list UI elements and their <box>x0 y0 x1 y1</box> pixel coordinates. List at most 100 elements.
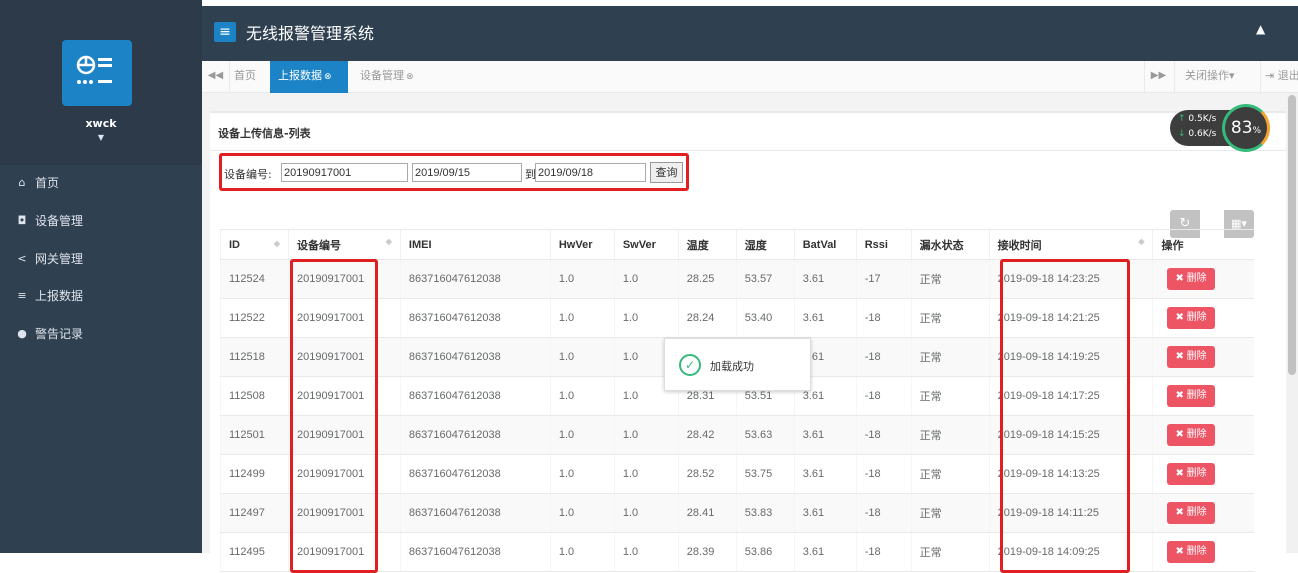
col-hwver[interactable]: HwVer <box>549 229 615 260</box>
sort-icon: ◆ <box>385 236 392 246</box>
page-scrollbar[interactable] <box>1286 93 1298 553</box>
highlight-box-search <box>219 153 689 191</box>
sidebar-item-gateways[interactable]: < 网关管理 <box>0 240 202 276</box>
sidebar-item-devices[interactable]: ◘ 设备管理 <box>0 202 202 238</box>
col-swver[interactable]: SwVer <box>613 229 679 260</box>
upload-value: 0.5 <box>1188 114 1203 124</box>
tab-devices[interactable]: 设备管理 ⊗ <box>352 61 422 93</box>
delete-label: 删除 <box>1186 390 1207 401</box>
col-leak-status[interactable]: 漏水状态 <box>910 229 990 260</box>
col-device-id[interactable]: 设备编号 ◆ <box>287 229 401 260</box>
table-cell: 863716047612038 <box>399 532 551 572</box>
tab-label: 设备管理 <box>360 69 404 82</box>
table-cell: 112518 <box>220 337 289 377</box>
col-temp[interactable]: 温度 <box>677 229 737 260</box>
check-icon: ✓ <box>679 354 701 376</box>
table-cell: 1.0 <box>549 259 615 299</box>
close-ops-dropdown[interactable]: 关闭操作▾ <box>1174 61 1259 93</box>
col-label: BatVal <box>802 238 837 251</box>
table-cell: 53.40 <box>735 298 795 338</box>
tab-bar: ◀◀ 首页 上报数据 ⊗ 设备管理 ⊗ ▶▶ 关闭操作▾ ⇥ 退出 <box>202 61 1298 93</box>
table-cell: 112508 <box>220 376 289 416</box>
app-title: 无线报警管理系统 <box>246 24 375 43</box>
table-cell: 正常 <box>910 376 990 416</box>
table-cell: 112499 <box>220 454 289 494</box>
table-cell: 28.41 <box>677 493 737 533</box>
col-imei[interactable]: IMEI <box>399 229 551 260</box>
col-receive-time[interactable]: 接收时间 ◆ <box>988 229 1153 260</box>
table-cell: 863716047612038 <box>399 454 551 494</box>
user-caret-icon[interactable]: ▼ <box>0 133 202 142</box>
device-icon: ◘ <box>17 213 27 227</box>
percent-sign: % <box>1252 126 1262 136</box>
table-cell: 3.61 <box>793 259 857 299</box>
col-label: 设备编号 <box>296 239 341 252</box>
delete-button[interactable]: ✖ 删除 <box>1167 346 1215 368</box>
delete-icon: ✖ <box>1175 273 1187 284</box>
tab-reports[interactable]: 上报数据 ⊗ <box>270 61 348 93</box>
success-toast: ✓ 加载成功 <box>664 338 811 391</box>
delete-button[interactable]: ✖ 删除 <box>1167 307 1215 329</box>
col-id[interactable]: ID ◆ <box>220 229 289 260</box>
sidebar-item-label: 设备管理 <box>35 213 84 228</box>
col-label: 温度 <box>686 239 709 252</box>
delete-button[interactable]: ✖ 删除 <box>1167 385 1215 407</box>
scrollbar-thumb[interactable] <box>1288 95 1296 375</box>
col-label: 湿度 <box>744 239 767 252</box>
table-cell: -18 <box>855 415 912 455</box>
col-label: 漏水状态 <box>919 239 964 252</box>
menu-toggle-button[interactable]: ≡ <box>214 22 236 42</box>
delete-label: 删除 <box>1186 312 1207 323</box>
col-humidity[interactable]: 湿度 <box>735 229 795 260</box>
table-cell: 53.63 <box>735 415 795 455</box>
delete-icon: ✖ <box>1175 351 1187 362</box>
sidebar-item-reports[interactable]: ≡ 上报数据 <box>0 277 202 313</box>
bell-icon[interactable]: ▲ <box>1256 22 1265 36</box>
table-cell: -17 <box>855 259 912 299</box>
table-cell: 1.0 <box>549 298 615 338</box>
table-cell: 863716047612038 <box>399 337 551 377</box>
col-rssi[interactable]: Rssi <box>855 229 912 260</box>
delete-button[interactable]: ✖ 删除 <box>1167 268 1215 290</box>
table-cell: 1.0 <box>613 532 679 572</box>
close-icon[interactable]: ⊗ <box>324 72 332 82</box>
highlight-box-device-id <box>290 259 378 573</box>
sidebar-item-label: 警告记录 <box>35 326 84 341</box>
close-icon[interactable]: ⊗ <box>406 72 414 82</box>
table-cell: 863716047612038 <box>399 259 551 299</box>
table-cell: 112497 <box>220 493 289 533</box>
username[interactable]: xwck <box>0 117 202 130</box>
delete-label: 删除 <box>1186 546 1207 557</box>
table-cell: 1.0 <box>549 337 615 377</box>
col-label: SwVer <box>622 238 656 251</box>
table-cell: 1.0 <box>549 415 615 455</box>
table-cell: 1.0 <box>613 298 679 338</box>
col-batval[interactable]: BatVal <box>793 229 857 260</box>
sidebar-item-home[interactable]: ⌂ 首页 <box>0 164 202 200</box>
sidebar-item-alarms[interactable]: ● 警告记录 <box>0 315 202 351</box>
table-cell: 53.83 <box>735 493 795 533</box>
delete-icon: ✖ <box>1175 429 1187 440</box>
col-label: ID <box>229 238 240 251</box>
actions-cell: ✖ 删除 <box>1152 493 1254 533</box>
home-icon: ⌂ <box>18 175 26 189</box>
delete-button[interactable]: ✖ 删除 <box>1167 424 1215 446</box>
col-label: Rssi <box>864 238 888 251</box>
table-cell: 28.39 <box>677 532 737 572</box>
download-value: 0.6 <box>1188 129 1203 139</box>
table-cell: 正常 <box>910 337 990 377</box>
toast-message: 加载成功 <box>710 360 754 373</box>
actions-cell: ✖ 删除 <box>1152 298 1254 338</box>
delete-button[interactable]: ✖ 删除 <box>1167 541 1215 563</box>
delete-button[interactable]: ✖ 删除 <box>1167 502 1215 524</box>
table-cell: 863716047612038 <box>399 493 551 533</box>
table-cell: 53.86 <box>735 532 795 572</box>
tab-home[interactable]: 首页 <box>226 61 264 93</box>
delete-button[interactable]: ✖ 删除 <box>1167 463 1215 485</box>
usage-percent: 83% <box>1222 104 1270 152</box>
list-panel: 设备上传信息-列表 设备编号: 到 查询 ↻ ▦▾ ID◆ 设备编号◆ IMEI… <box>210 111 1286 573</box>
tab-scroll-right-icon[interactable]: ▶▶ <box>1144 61 1172 93</box>
table-cell: 1.0 <box>613 259 679 299</box>
upload-speed: ↑ 0.5K/s <box>1178 114 1216 124</box>
logout-link[interactable]: ⇥ 退出 <box>1260 61 1298 93</box>
